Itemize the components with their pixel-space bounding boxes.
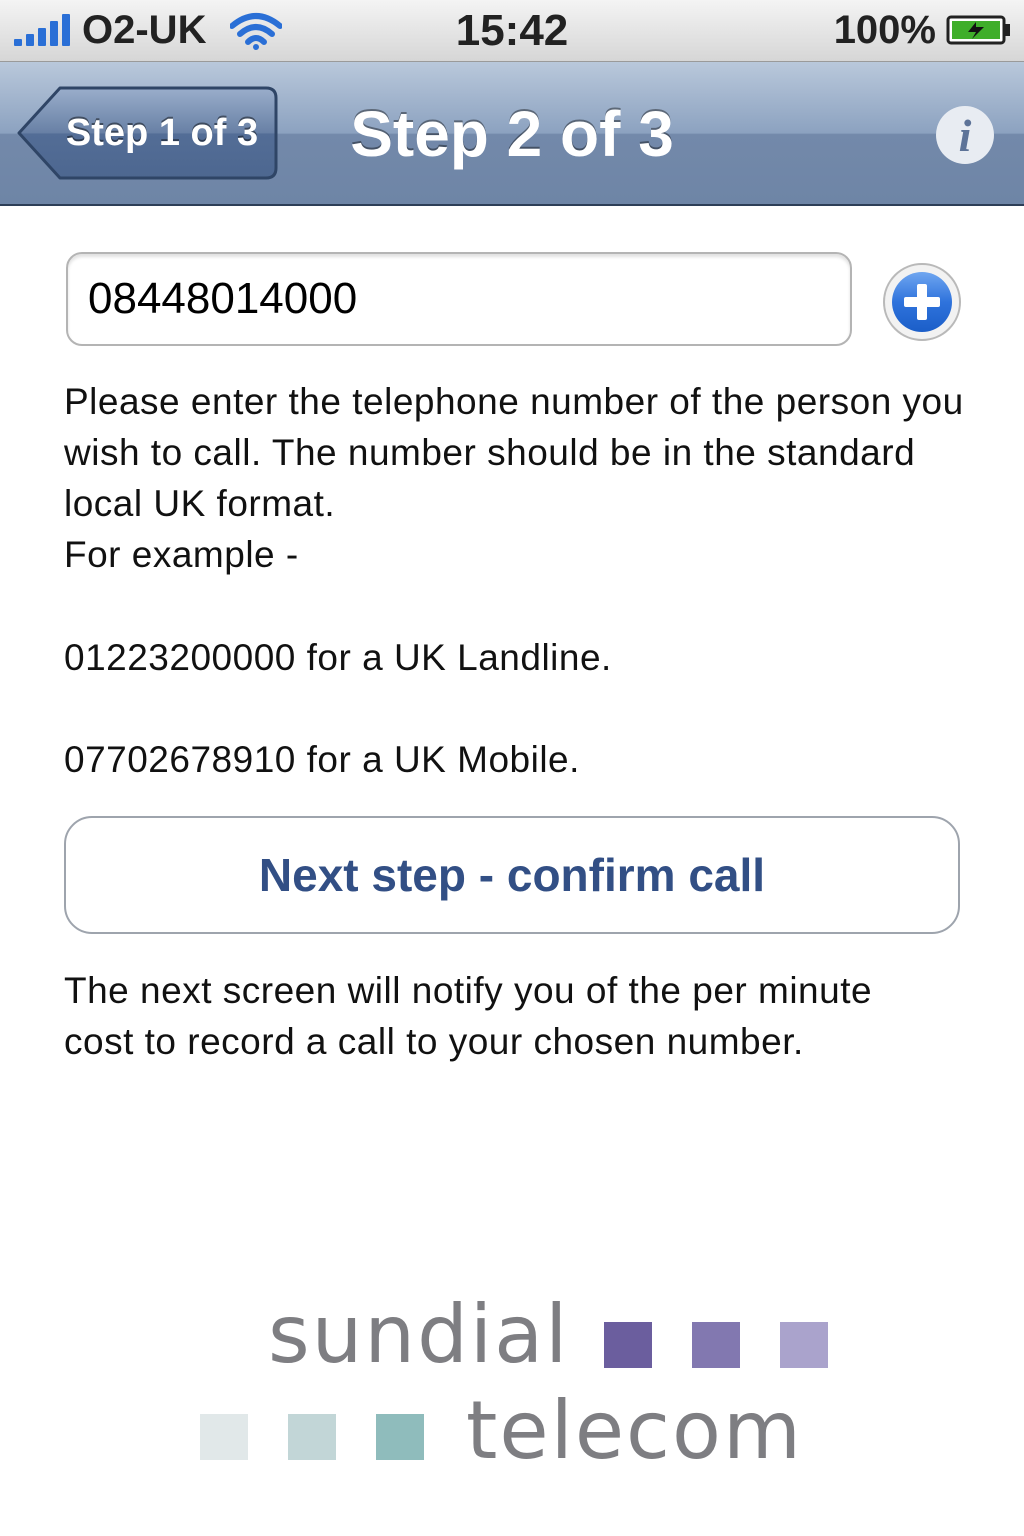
example-mobile: 07702678910 for a UK Mobile.	[64, 739, 580, 780]
example-landline: 01223200000 for a UK Landline.	[64, 637, 612, 678]
logo-word-sundial: sundial	[268, 1288, 570, 1381]
logo-word-telecom: telecom	[466, 1384, 803, 1477]
cost-note: The next screen will notify you of the p…	[64, 970, 873, 1062]
status-bar: O2-UK 15:42 100%	[0, 0, 1024, 62]
plus-circle-icon[interactable]	[882, 262, 962, 342]
logo-square	[780, 1322, 828, 1368]
logo-square	[692, 1322, 740, 1368]
logo-square	[604, 1322, 652, 1368]
phone-number-input[interactable]	[66, 252, 852, 346]
back-button[interactable]: Step 1 of 3	[16, 86, 278, 180]
svg-text:i: i	[959, 110, 972, 161]
next-step-button[interactable]: Next step - confirm call	[64, 816, 960, 934]
back-button-label: Step 1 of 3	[65, 112, 259, 154]
battery-charging-icon	[946, 15, 1010, 45]
example-heading: For example -	[64, 534, 299, 575]
logo-square	[376, 1414, 424, 1460]
info-icon[interactable]: i	[934, 104, 996, 166]
battery-percentage: 100%	[833, 8, 936, 52]
instructions-text: Please enter the telephone number of the…	[64, 376, 964, 580]
logo-square	[200, 1414, 248, 1460]
logo-square	[288, 1414, 336, 1460]
instructions-intro: Please enter the telephone number of the…	[64, 381, 964, 524]
navigation-bar: Step 1 of 3 Step 2 of 3 i	[0, 62, 1024, 206]
